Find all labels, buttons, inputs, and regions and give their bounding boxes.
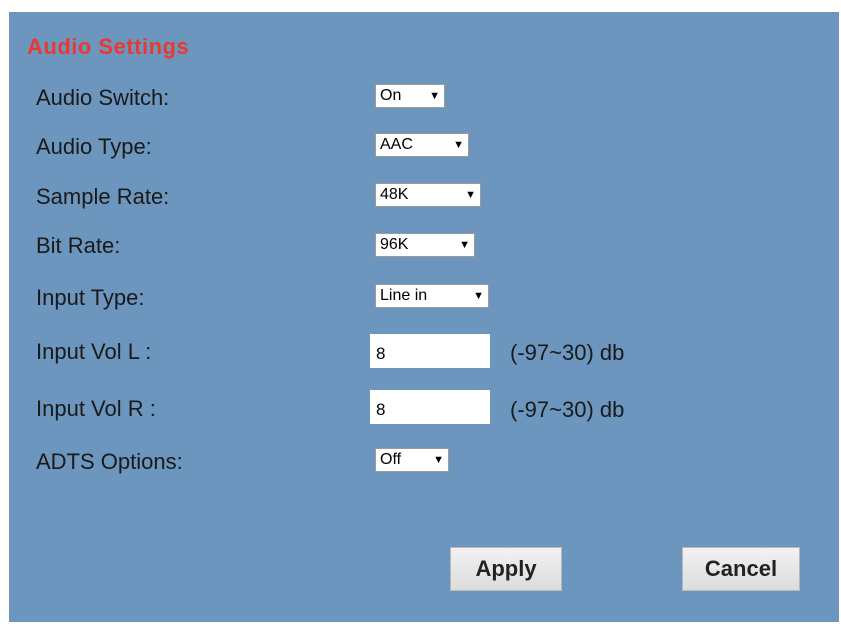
input-vol-l-field[interactable] (370, 334, 490, 368)
cancel-button[interactable]: Cancel (682, 547, 800, 591)
audio-type-label: Audio Type: (36, 134, 152, 159)
bit-rate-label: Bit Rate: (36, 233, 121, 258)
sample-rate-label: Sample Rate: (36, 184, 170, 209)
input-type-value: Line in (380, 287, 428, 304)
sample-rate-select[interactable]: 48K ▼ (375, 183, 481, 207)
audio-switch-value: On (380, 87, 402, 104)
input-vol-r-field[interactable] (370, 390, 490, 424)
input-vol-l-label: Input Vol L : (36, 339, 152, 364)
audio-type-value: AAC (380, 136, 413, 153)
apply-button[interactable]: Apply (450, 547, 562, 591)
adts-options-value: Off (380, 451, 402, 468)
chevron-down-icon: ▼ (473, 290, 484, 302)
chevron-down-icon: ▼ (453, 139, 464, 151)
sample-rate-value: 48K (380, 186, 418, 203)
input-type-label: Input Type: (36, 285, 145, 310)
audio-switch-select[interactable]: On ▼ (375, 84, 445, 108)
audio-switch-label: Audio Switch: (36, 85, 170, 110)
input-type-select[interactable]: Line in ▼ (375, 284, 489, 308)
chevron-down-icon: ▼ (433, 454, 444, 466)
input-vol-r-range: (-97~30) db (510, 397, 625, 422)
chevron-down-icon: ▼ (465, 189, 476, 201)
input-vol-r-label: Input Vol R : (36, 396, 156, 421)
chevron-down-icon: ▼ (429, 90, 440, 102)
adts-options-label: ADTS Options: (36, 449, 183, 474)
bit-rate-select[interactable]: 96K ▼ (375, 233, 475, 257)
input-vol-l-range: (-97~30) db (510, 340, 625, 365)
adts-options-select[interactable]: Off ▼ (375, 448, 449, 472)
bit-rate-value: 96K (380, 236, 418, 253)
chevron-down-icon: ▼ (459, 239, 470, 251)
page-title: Audio Settings (27, 34, 190, 59)
audio-type-select[interactable]: AAC ▼ (375, 133, 469, 157)
